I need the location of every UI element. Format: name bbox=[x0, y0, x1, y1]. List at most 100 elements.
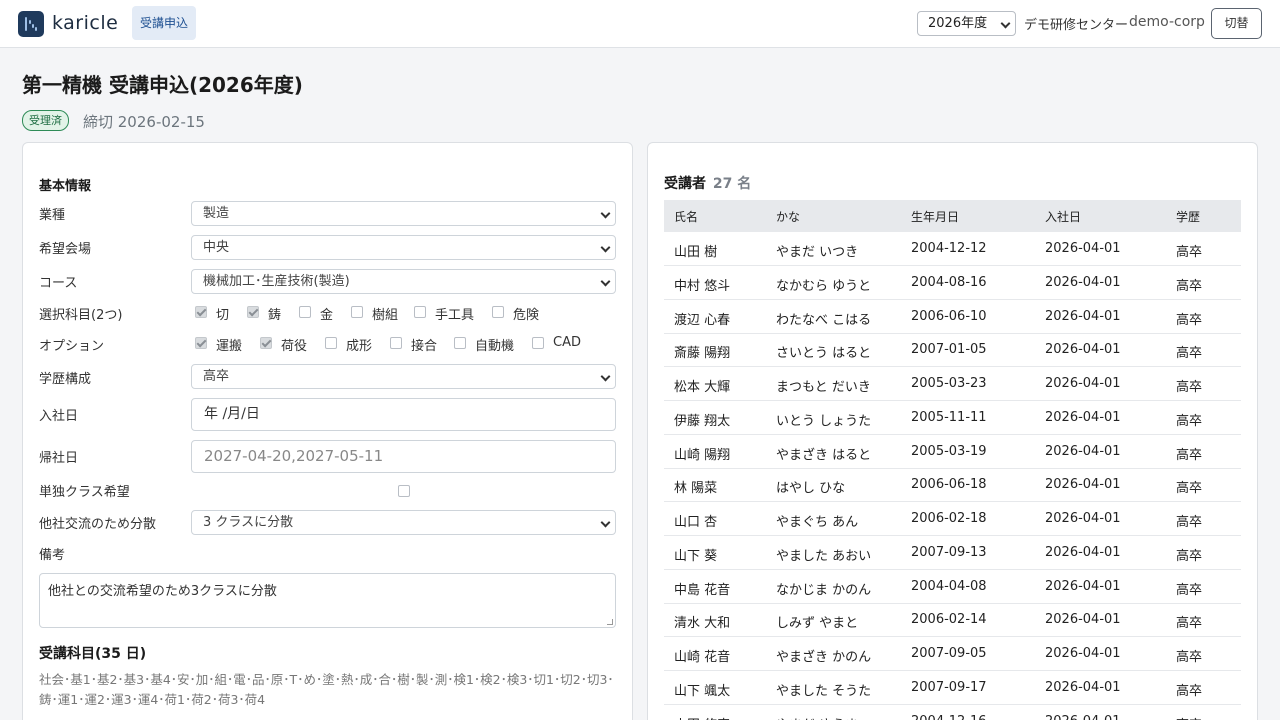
table-row[interactable]: 中島 花音 なかじま かのん 2004-04-08 2026-04-01 高卒 bbox=[664, 570, 1241, 604]
switch-button[interactable]: 切替 bbox=[1211, 8, 1262, 39]
karicle-logo-icon[interactable] bbox=[18, 11, 44, 37]
cell-name: 山田 悠真 bbox=[674, 714, 730, 720]
table-row[interactable]: 山下 葵 やました あおい 2007-09-13 2026-04-01 高卒 bbox=[664, 536, 1241, 570]
cell-name: 山下 葵 bbox=[674, 548, 718, 564]
cell-education: 高卒 bbox=[1176, 245, 1203, 260]
cell-name: 山田 樹 bbox=[674, 245, 718, 260]
cell-education: 高卒 bbox=[1176, 548, 1203, 564]
join-date-input[interactable]: 年 /月/日 bbox=[191, 398, 616, 431]
training-center-name: デモ研修センター bbox=[1024, 18, 1129, 33]
cell-join-date: 2026-04-01 bbox=[1045, 511, 1121, 526]
cell-join-date: 2026-04-01 bbox=[1045, 646, 1121, 661]
table-row[interactable]: 伊藤 翔太 いとう しょうた 2005-11-11 2026-04-01 高卒 bbox=[664, 401, 1241, 435]
cell-kana: やまざき はると bbox=[776, 447, 872, 463]
table-row[interactable]: 山下 颯太 やました そうた 2007-09-17 2026-04-01 高卒 bbox=[664, 671, 1241, 705]
industry-select-value: 製造 bbox=[203, 206, 230, 221]
education-label: 学歴構成 bbox=[39, 372, 92, 387]
column-header-kana[interactable]: かな bbox=[776, 208, 800, 225]
cell-birthdate: 2004-04-08 bbox=[911, 578, 987, 594]
table-row[interactable]: 清水 大和 しみず やまと 2006-02-14 2026-04-01 高卒 bbox=[664, 603, 1241, 638]
notes-text: 他社との交流希望のため3クラスに分散 bbox=[48, 584, 277, 599]
status-badge: 受理済 bbox=[22, 110, 69, 131]
table-row[interactable]: 林 陽菜 はやし ひな 2006-06-18 2026-04-01 高卒 bbox=[664, 468, 1241, 503]
notes-label: 備考 bbox=[39, 548, 66, 563]
industry-label: 業種 bbox=[39, 208, 66, 223]
cell-kana: やまぐち あん bbox=[776, 515, 859, 530]
cell-kana: やまざき かのん bbox=[776, 650, 872, 665]
cell-birthdate: 2005-11-11 bbox=[911, 409, 987, 425]
course-select[interactable]: 機械加工･生産技術(製造) bbox=[191, 269, 616, 294]
cell-name: 中村 悠斗 bbox=[674, 278, 731, 294]
cell-birthdate: 2007-09-05 bbox=[911, 646, 987, 661]
cell-name: 斎藤 陽翔 bbox=[674, 346, 731, 362]
cell-kana: なかむら ゆうと bbox=[776, 278, 872, 294]
chevron-down-icon bbox=[600, 371, 611, 382]
column-header-education[interactable]: 学歴 bbox=[1176, 208, 1200, 225]
cell-birthdate: 2007-09-13 bbox=[911, 544, 987, 560]
cell-birthdate: 2006-06-18 bbox=[911, 477, 987, 493]
cell-join-date: 2026-04-01 bbox=[1045, 308, 1121, 324]
table-row[interactable]: 山崎 花音 やまざき かのん 2007-09-05 2026-04-01 高卒 bbox=[664, 637, 1241, 671]
cell-join-date: 2026-04-01 bbox=[1045, 477, 1121, 493]
table-row[interactable]: 松本 大輝 まつもと だいき 2005-03-23 2026-04-01 高卒 bbox=[664, 367, 1241, 401]
cell-birthdate: 2007-01-05 bbox=[911, 342, 987, 358]
table-row[interactable]: 中村 悠斗 なかむら ゆうと 2004-08-16 2026-04-01 高卒 bbox=[664, 266, 1241, 300]
cell-birthdate: 2007-09-17 bbox=[911, 679, 987, 695]
cell-education: 高卒 bbox=[1176, 380, 1203, 395]
venue-label: 希望会場 bbox=[39, 242, 92, 257]
cell-education: 高卒 bbox=[1176, 278, 1203, 294]
education-select-value: 高卒 bbox=[203, 369, 230, 384]
cell-join-date: 2026-04-01 bbox=[1045, 241, 1121, 256]
table-row[interactable]: 山田 悠真 やまだ ゆうま 2004-12-16 2026-04-01 高卒 bbox=[664, 705, 1241, 720]
venue-select-value: 中央 bbox=[203, 240, 230, 255]
solo-class-label: 単独クラス希望 bbox=[39, 485, 130, 500]
nav-tab-application[interactable]: 受講申込 bbox=[132, 6, 197, 40]
cell-education: 高卒 bbox=[1176, 481, 1203, 497]
cell-kana: はやし ひな bbox=[776, 481, 846, 497]
join-date-label: 入社日 bbox=[39, 409, 79, 424]
chevron-down-icon bbox=[600, 208, 611, 219]
elective-label: 選択科目(2つ) bbox=[39, 308, 123, 323]
solo-class-checkbox[interactable] bbox=[398, 485, 410, 497]
column-header-join-date[interactable]: 入社日 bbox=[1045, 208, 1081, 225]
table-row[interactable]: 斎藤 陽翔 さいとう はると 2007-01-05 2026-04-01 高卒 bbox=[664, 333, 1241, 368]
option-label: オプション bbox=[39, 339, 105, 354]
split-select[interactable]: 3 クラスに分散 bbox=[191, 510, 616, 535]
brand-name[interactable]: karicle bbox=[52, 12, 118, 34]
year-select[interactable]: 2026年度 bbox=[917, 11, 1016, 36]
cell-join-date: 2026-04-01 bbox=[1045, 714, 1121, 720]
education-select[interactable]: 高卒 bbox=[191, 364, 616, 389]
notes-textarea[interactable]: 他社との交流希望のため3クラスに分散 bbox=[39, 573, 616, 628]
cell-birthdate: 2006-02-14 bbox=[911, 612, 987, 628]
cell-birthdate: 2004-12-12 bbox=[911, 241, 987, 256]
return-date-input[interactable]: 2027-04-20,2027-05-11 bbox=[191, 440, 616, 473]
table-row[interactable]: 山崎 陽翔 やまざき はると 2005-03-19 2026-04-01 高卒 bbox=[664, 435, 1241, 469]
trainees-title: 受講者 27 名 bbox=[664, 176, 752, 192]
cell-name: 渡辺 心春 bbox=[674, 312, 731, 328]
cell-kana: さいとう はると bbox=[776, 346, 872, 362]
cell-join-date: 2026-04-01 bbox=[1045, 679, 1121, 695]
table-row[interactable]: 渡辺 心春 わたなべ こはる 2006-06-10 2026-04-01 高卒 bbox=[664, 300, 1241, 334]
column-header-birthdate[interactable]: 生年月日 bbox=[911, 208, 959, 225]
table-row[interactable]: 山口 杏 やまぐち あん 2006-02-18 2026-04-01 高卒 bbox=[664, 502, 1241, 536]
cell-name: 山崎 陽翔 bbox=[674, 447, 731, 463]
year-select-value: 2026年度 bbox=[928, 16, 988, 31]
cell-education: 高卒 bbox=[1176, 616, 1203, 632]
cell-kana: やました そうた bbox=[776, 683, 872, 699]
cell-kana: まつもと だいき bbox=[776, 380, 871, 395]
trainee-count: 27 名 bbox=[712, 176, 752, 192]
cell-education: 高卒 bbox=[1176, 650, 1203, 665]
venue-select[interactable]: 中央 bbox=[191, 235, 616, 260]
cell-birthdate: 2005-03-23 bbox=[911, 376, 987, 391]
column-header-name[interactable]: 氏名 bbox=[674, 208, 698, 225]
resize-handle-icon[interactable] bbox=[607, 619, 613, 625]
cell-join-date: 2026-04-01 bbox=[1045, 376, 1121, 391]
cell-education: 高卒 bbox=[1176, 714, 1202, 720]
cell-join-date: 2026-04-01 bbox=[1045, 544, 1121, 560]
industry-select[interactable]: 製造 bbox=[191, 201, 616, 226]
table-header: 氏名 かな 生年月日 入社日 学歴 bbox=[664, 200, 1241, 232]
table-row[interactable]: 山田 樹 やまだ いつき 2004-12-12 2026-04-01 高卒 bbox=[664, 232, 1241, 266]
cell-name: 松本 大輝 bbox=[674, 380, 731, 395]
return-date-label: 帰社日 bbox=[39, 451, 79, 466]
cell-name: 山崎 花音 bbox=[674, 650, 731, 665]
